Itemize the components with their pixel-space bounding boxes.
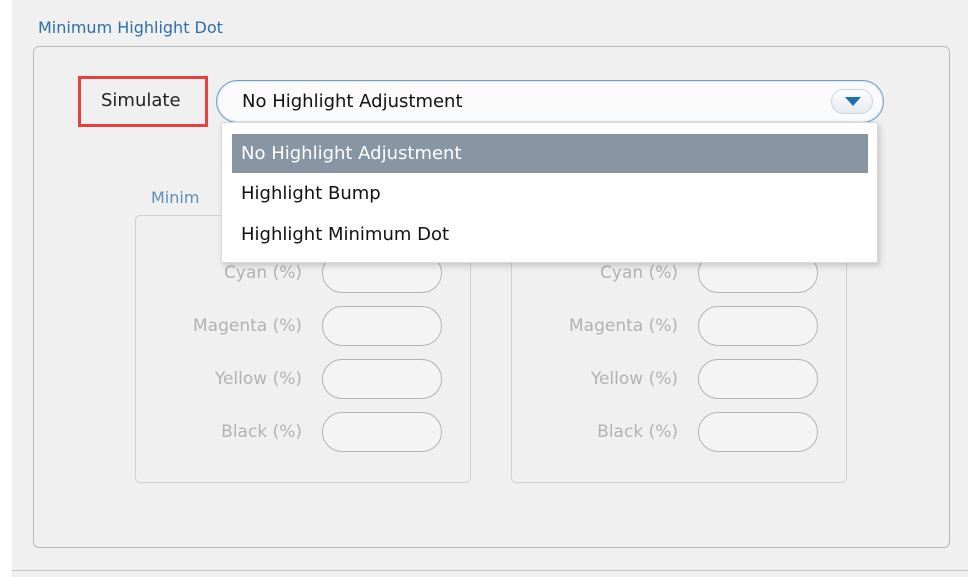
magenta-field-row: Magenta (%) [136, 306, 472, 348]
yellow-label: Yellow (%) [590, 369, 678, 389]
yellow-field-row: Yellow (%) [512, 359, 848, 401]
divider [12, 570, 968, 571]
magenta-input[interactable] [698, 306, 818, 346]
cyan-label: Cyan (%) [600, 263, 678, 283]
magenta-label: Magenta (%) [192, 316, 302, 336]
dropdown-option-highlight-minimum-dot[interactable]: Highlight Minimum Dot [232, 215, 868, 254]
black-input[interactable] [322, 412, 442, 452]
simulate-dropdown-value: No Highlight Adjustment [242, 91, 463, 112]
magenta-label: Magenta (%) [568, 316, 678, 336]
yellow-input[interactable] [322, 359, 442, 399]
black-field-row: Black (%) [136, 412, 472, 454]
yellow-field-row: Yellow (%) [136, 359, 472, 401]
section-title: Minimum Highlight Dot [38, 18, 223, 37]
subgroup-title: Minim [151, 188, 200, 207]
black-field-row: Black (%) [512, 412, 848, 454]
black-input[interactable] [698, 412, 818, 452]
yellow-input[interactable] [698, 359, 818, 399]
chevron-down-icon [845, 97, 861, 106]
dropdown-toggle-button[interactable] [831, 89, 873, 114]
magenta-field-row: Magenta (%) [512, 306, 848, 348]
yellow-label: Yellow (%) [214, 369, 302, 389]
black-label: Black (%) [221, 422, 302, 442]
black-label: Black (%) [597, 422, 678, 442]
annotation-highlight-box [78, 76, 208, 127]
app-root: Minimum Highlight Dot Simulate No Highli… [0, 0, 968, 577]
dropdown-option-no-highlight-adjustment[interactable]: No Highlight Adjustment [232, 134, 868, 173]
dropdown-option-highlight-bump[interactable]: Highlight Bump [232, 174, 868, 213]
simulate-dropdown-list: No Highlight Adjustment Highlight Bump H… [221, 122, 878, 263]
simulate-dropdown[interactable]: No Highlight Adjustment [216, 80, 884, 123]
cyan-label: Cyan (%) [224, 263, 302, 283]
magenta-input[interactable] [322, 306, 442, 346]
